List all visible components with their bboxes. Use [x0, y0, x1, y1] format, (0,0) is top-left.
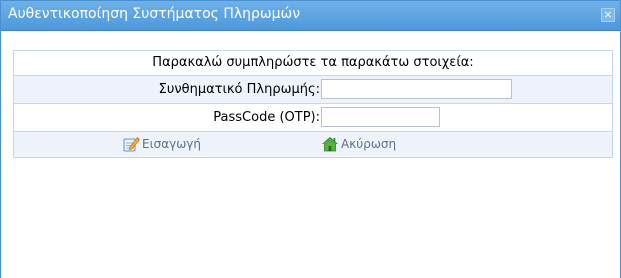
insert-button[interactable]: Εισαγωγή [122, 135, 201, 153]
auth-form: Παρακαλώ συμπληρώστε τα παρακάτω στοιχεί… [13, 50, 613, 158]
edit-document-icon [122, 135, 140, 153]
cancel-button[interactable]: Ακύρωση [321, 135, 396, 153]
dialog-title: Αυθεντικοποίηση Συστήματος Πληρωμών [8, 6, 301, 22]
payment-auth-dialog: Αυθεντικοποίηση Συστήματος Πληρωμών × Πα… [0, 0, 621, 278]
form-instructions: Παρακαλώ συμπληρώστε τα παρακάτω στοιχεί… [152, 55, 474, 70]
passcode-label: PassCode (OTP): [213, 110, 320, 125]
passcode-row: PassCode (OTP): [14, 104, 612, 132]
insert-label: Εισαγωγή [142, 137, 202, 151]
actions-row: Εισαγωγή Ακύρωση [14, 132, 612, 158]
cancel-label: Ακύρωση [341, 137, 397, 151]
payment-code-row: Συνθηματικό Πληρωμής: [14, 76, 612, 104]
passcode-input[interactable] [321, 107, 440, 127]
dialog-titlebar[interactable]: Αυθεντικοποίηση Συστήματος Πληρωμών × [1, 1, 620, 31]
payment-code-label: Συνθηματικό Πληρωμής: [158, 82, 320, 97]
close-button[interactable]: × [601, 8, 615, 22]
intro-row: Παρακαλώ συμπληρώστε τα παρακάτω στοιχεί… [14, 51, 612, 76]
close-icon: × [603, 8, 613, 21]
payment-code-input[interactable] [321, 79, 512, 99]
home-icon [321, 135, 339, 153]
